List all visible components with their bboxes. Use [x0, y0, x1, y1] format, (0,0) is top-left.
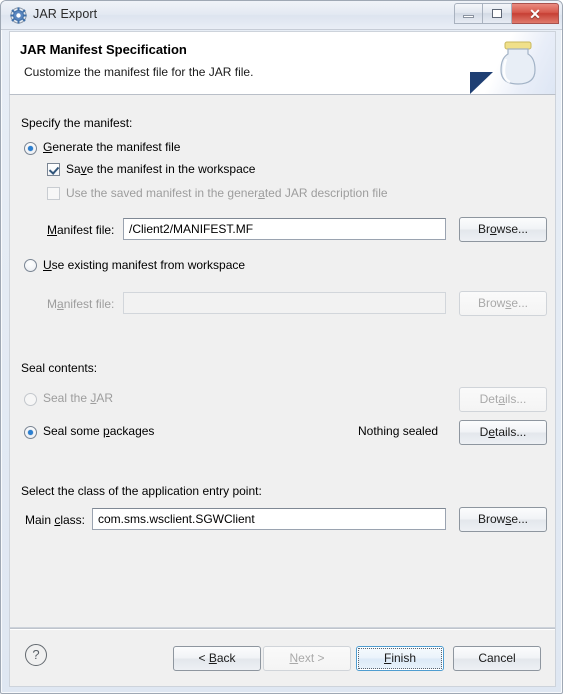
minimize-icon	[463, 15, 474, 18]
page-title: JAR Manifest Specification	[20, 42, 187, 57]
seal-section-legend: Seal contents:	[21, 361, 98, 375]
seal-packages-radio[interactable]	[24, 426, 37, 439]
sealed-status-text: Nothing sealed	[358, 424, 439, 438]
use-saved-manifest-checkbox[interactable]	[47, 187, 60, 200]
main-class-input[interactable]: com.sms.wsclient.SGWClient	[92, 508, 446, 530]
maximize-icon	[492, 9, 502, 18]
seal-packages-label: Seal some packages	[43, 424, 155, 438]
title-bar: JAR Export ✕	[1, 1, 562, 30]
wizard-header: JAR Manifest Specification Customize the…	[9, 31, 556, 94]
use-saved-manifest-label: Use the saved manifest in the generated …	[66, 186, 388, 200]
use-existing-manifest-label: Use existing manifest from workspace	[43, 258, 246, 272]
main-class-label: Main class:	[25, 513, 86, 527]
back-button[interactable]: < Back	[173, 646, 261, 671]
manifest-browse-button[interactable]: Browse...	[459, 217, 547, 242]
finish-button[interactable]: Finish	[356, 646, 444, 671]
cancel-button[interactable]: Cancel	[453, 646, 541, 671]
seal-jar-details-button[interactable]: Details...	[459, 387, 547, 412]
manifest-section-legend: Specify the manifest:	[21, 116, 133, 130]
manifest-file-input[interactable]: /Client2/MANIFEST.MF	[123, 218, 446, 240]
close-icon: ✕	[529, 5, 541, 22]
window-title: JAR Export	[33, 7, 98, 21]
existing-manifest-file-input[interactable]	[123, 292, 446, 314]
page-subtitle: Customize the manifest file for the JAR …	[24, 65, 254, 79]
maximize-button[interactable]	[483, 3, 512, 24]
header-artwork	[465, 32, 555, 94]
entry-point-legend: Select the class of the application entr…	[21, 484, 262, 498]
generate-manifest-label: Generate the manifest file	[43, 140, 181, 154]
footer-divider	[10, 628, 555, 630]
manifest-file-label: Manifest file:	[47, 223, 115, 237]
jar-export-gear-icon	[10, 7, 27, 24]
window-controls: ✕	[454, 3, 559, 25]
seal-packages-details-button[interactable]: Details...	[459, 420, 547, 445]
jar-export-dialog: JAR Export ✕ JAR Manifest Specification …	[0, 0, 563, 694]
seal-jar-radio[interactable]	[24, 393, 37, 406]
save-manifest-checkbox[interactable]	[47, 163, 60, 176]
help-question-icon[interactable]: ?	[25, 644, 47, 666]
main-class-browse-button[interactable]: Browse...	[459, 507, 547, 532]
generate-manifest-radio[interactable]	[24, 142, 37, 155]
close-button[interactable]: ✕	[512, 3, 559, 24]
next-button[interactable]: Next >	[263, 646, 351, 671]
minimize-button[interactable]	[454, 3, 483, 24]
wizard-body: Specify the manifest: Generate the manif…	[9, 94, 556, 628]
existing-manifest-file-label: Manifest file:	[47, 297, 115, 311]
seal-jar-label: Seal the JAR	[43, 391, 114, 405]
save-manifest-label: Save the manifest in the workspace	[66, 162, 256, 176]
existing-manifest-browse-button[interactable]: Browse...	[459, 291, 547, 316]
use-existing-manifest-radio[interactable]	[24, 259, 37, 272]
